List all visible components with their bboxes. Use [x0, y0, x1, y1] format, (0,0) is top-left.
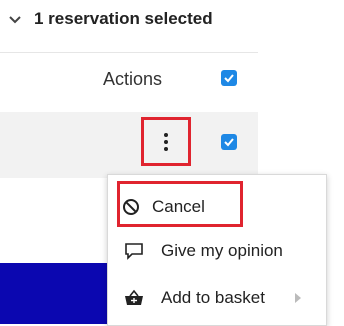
basket-icon — [124, 288, 144, 308]
selection-header[interactable]: 1 reservation selected — [0, 0, 258, 40]
select-all-checkbox[interactable] — [221, 70, 237, 86]
more-vertical-icon — [164, 132, 168, 151]
blue-footer-bar — [0, 263, 120, 324]
checkmark-icon — [224, 74, 234, 83]
chevron-down-icon[interactable] — [8, 14, 22, 26]
menu-item-add-to-basket[interactable]: Add to basket — [108, 276, 326, 320]
menu-item-label: Cancel — [152, 197, 205, 216]
menu-item-label: Add to basket — [161, 288, 265, 307]
menu-item-label: Give my opinion — [161, 241, 283, 260]
comment-icon — [124, 241, 144, 261]
actions-column-label: Actions — [103, 69, 163, 89]
selection-title: 1 reservation selected — [34, 9, 213, 28]
chevron-right-icon — [295, 293, 301, 303]
menu-item-give-opinion[interactable]: Give my opinion — [108, 229, 326, 273]
row-actions-menu: Cancel Give my opinion Add to basket — [107, 174, 327, 326]
cancel-icon — [121, 197, 141, 217]
row-actions-button[interactable] — [141, 117, 191, 166]
row-checkbox[interactable] — [221, 134, 237, 150]
reservation-row — [0, 112, 258, 178]
menu-item-cancel[interactable]: Cancel — [108, 185, 326, 229]
checkmark-icon — [224, 138, 234, 147]
